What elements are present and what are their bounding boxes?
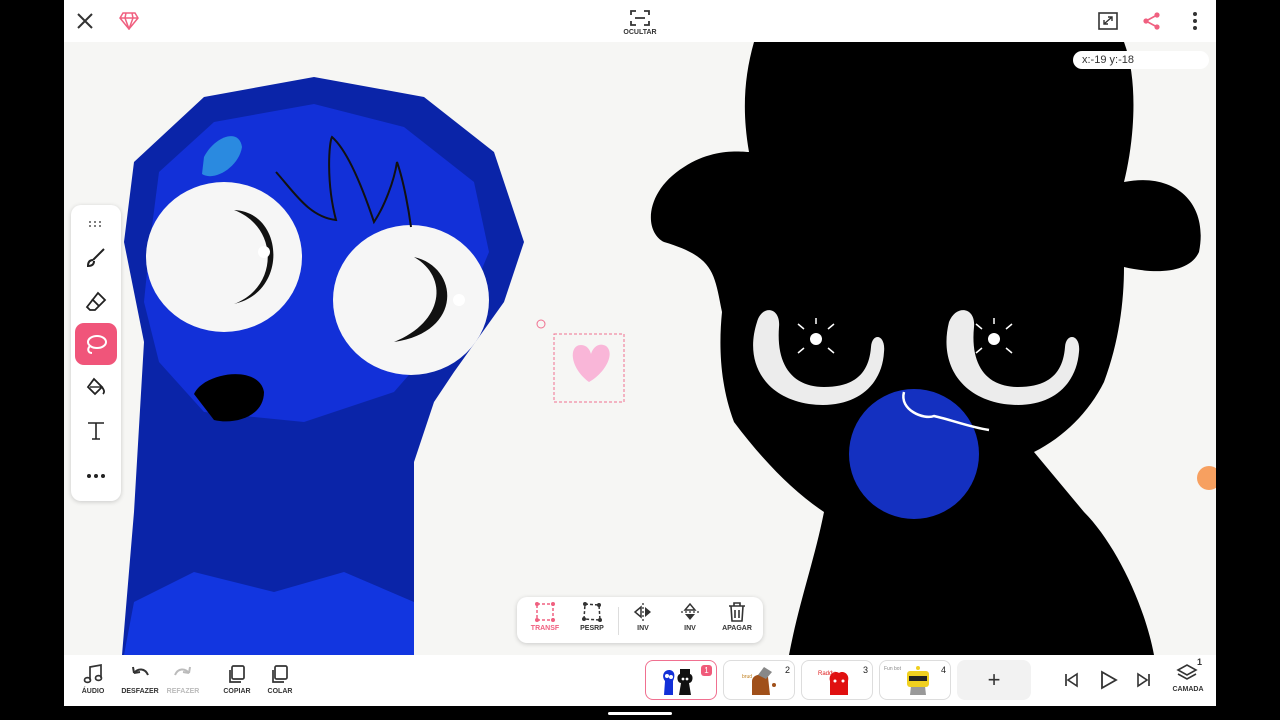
toolbar-divider — [618, 607, 619, 635]
layers-icon — [1176, 664, 1198, 680]
brush-tool[interactable] — [75, 237, 117, 279]
lasso-tool[interactable] — [75, 323, 117, 365]
share-icon[interactable] — [1141, 10, 1163, 32]
animation-app: OCULTAR x:-19 y:-18 TRANSF PESRP INV INV… — [64, 0, 1216, 706]
drawing-canvas[interactable] — [64, 42, 1216, 655]
frame-number: 4 — [940, 665, 946, 675]
music-note-icon — [83, 663, 103, 684]
frame-preview: Raddy — [818, 671, 849, 695]
text-icon — [88, 422, 104, 440]
selected-heart — [536, 319, 625, 403]
undo-icon — [132, 666, 149, 676]
undo-label: DESFAZER — [121, 688, 159, 695]
fill-bucket-icon — [86, 377, 105, 396]
paste-label: COLAR — [267, 688, 293, 695]
frame-thumbnail[interactable]: Raddy 3 — [801, 660, 873, 700]
flip-vertical-label: INV — [684, 625, 696, 632]
trash-icon — [729, 602, 745, 622]
close-icon[interactable] — [74, 10, 96, 32]
flip-vertical-button[interactable]: INV — [670, 601, 710, 641]
more-tools[interactable] — [75, 455, 117, 497]
transform-button[interactable]: TRANSF — [525, 601, 565, 641]
lasso-icon — [87, 335, 107, 354]
frame-number: 3 — [862, 665, 868, 675]
selection-toolbar: TRANSF PESRP INV INV APAGAR — [517, 597, 763, 643]
flip-horizontal-icon — [633, 603, 651, 621]
fill-tool[interactable] — [75, 366, 117, 408]
delete-label: APAGAR — [722, 625, 752, 632]
audio-label: ÁUDIO — [81, 688, 105, 695]
paste-icon — [272, 665, 288, 683]
hide-label: OCULTAR — [623, 28, 657, 36]
frame-thumbnail[interactable]: brud 2 — [723, 660, 795, 700]
black-character — [650, 42, 1201, 655]
bottom-bar: ÁUDIO DESFAZER REFAZER COPIAR COLAR 1 br… — [64, 655, 1216, 706]
blue-character — [122, 77, 524, 655]
frame-caption: brud — [742, 674, 752, 680]
perspective-label: PESRP — [580, 625, 604, 632]
frame-preview: Fun bot — [884, 666, 929, 695]
redo-button[interactable]: REFAZER — [158, 663, 208, 695]
home-indicator[interactable] — [608, 712, 672, 715]
next-frame-icon[interactable] — [1133, 669, 1155, 691]
expand-icon[interactable] — [1097, 10, 1119, 32]
text-tool[interactable] — [75, 409, 117, 451]
gem-icon[interactable] — [118, 10, 140, 32]
frame-caption: Fun bot — [884, 666, 902, 672]
perspective-icon — [582, 602, 602, 622]
more-horizontal-icon — [87, 474, 105, 478]
play-icon[interactable] — [1096, 668, 1120, 692]
previous-frame-icon[interactable] — [1060, 669, 1082, 691]
perspective-button[interactable]: PESRP — [572, 601, 612, 641]
redo-icon — [174, 666, 191, 676]
eraser-tool[interactable] — [75, 280, 117, 322]
frame-caption: Raddy — [818, 671, 835, 677]
brush-icon — [86, 248, 105, 268]
transform-label: TRANSF — [530, 625, 560, 632]
frame-thumbnail[interactable]: 1 — [645, 660, 717, 700]
top-bar: OCULTAR — [64, 0, 1216, 42]
frame-thumbnail[interactable]: Fun bot 4 — [879, 660, 951, 700]
frame-preview: brud — [742, 667, 776, 695]
delete-button[interactable]: APAGAR — [717, 601, 757, 641]
more-vertical-icon[interactable] — [1184, 10, 1206, 32]
orange-handle[interactable] — [1197, 466, 1216, 490]
audio-button[interactable]: ÁUDIO — [68, 663, 118, 695]
redo-label: REFAZER — [166, 688, 200, 695]
copy-label: COPIAR — [223, 688, 251, 695]
hide-icon — [630, 9, 650, 26]
side-toolbar — [71, 205, 121, 501]
canvas-artwork — [122, 42, 1216, 655]
frame-number: 2 — [784, 665, 790, 675]
paste-button[interactable]: COLAR — [255, 663, 305, 695]
eraser-icon — [85, 291, 107, 311]
flip-horizontal-label: INV — [637, 625, 649, 632]
frame-number: 1 — [701, 665, 712, 676]
copy-icon — [229, 665, 245, 683]
coordinate-readout: x:-19 y:-18 — [1073, 51, 1209, 69]
layer-label: CAMADA — [1172, 686, 1204, 693]
layer-button[interactable]: 1 CAMADA — [1163, 657, 1213, 693]
transform-icon — [535, 602, 555, 622]
add-frame-button[interactable]: + — [957, 660, 1031, 700]
flip-horizontal-button[interactable]: INV — [623, 601, 663, 641]
hide-button[interactable]: OCULTAR — [620, 6, 660, 38]
flip-vertical-icon — [681, 602, 699, 620]
drag-handle-icon[interactable] — [88, 215, 102, 233]
layer-count: 1 — [1196, 657, 1202, 667]
